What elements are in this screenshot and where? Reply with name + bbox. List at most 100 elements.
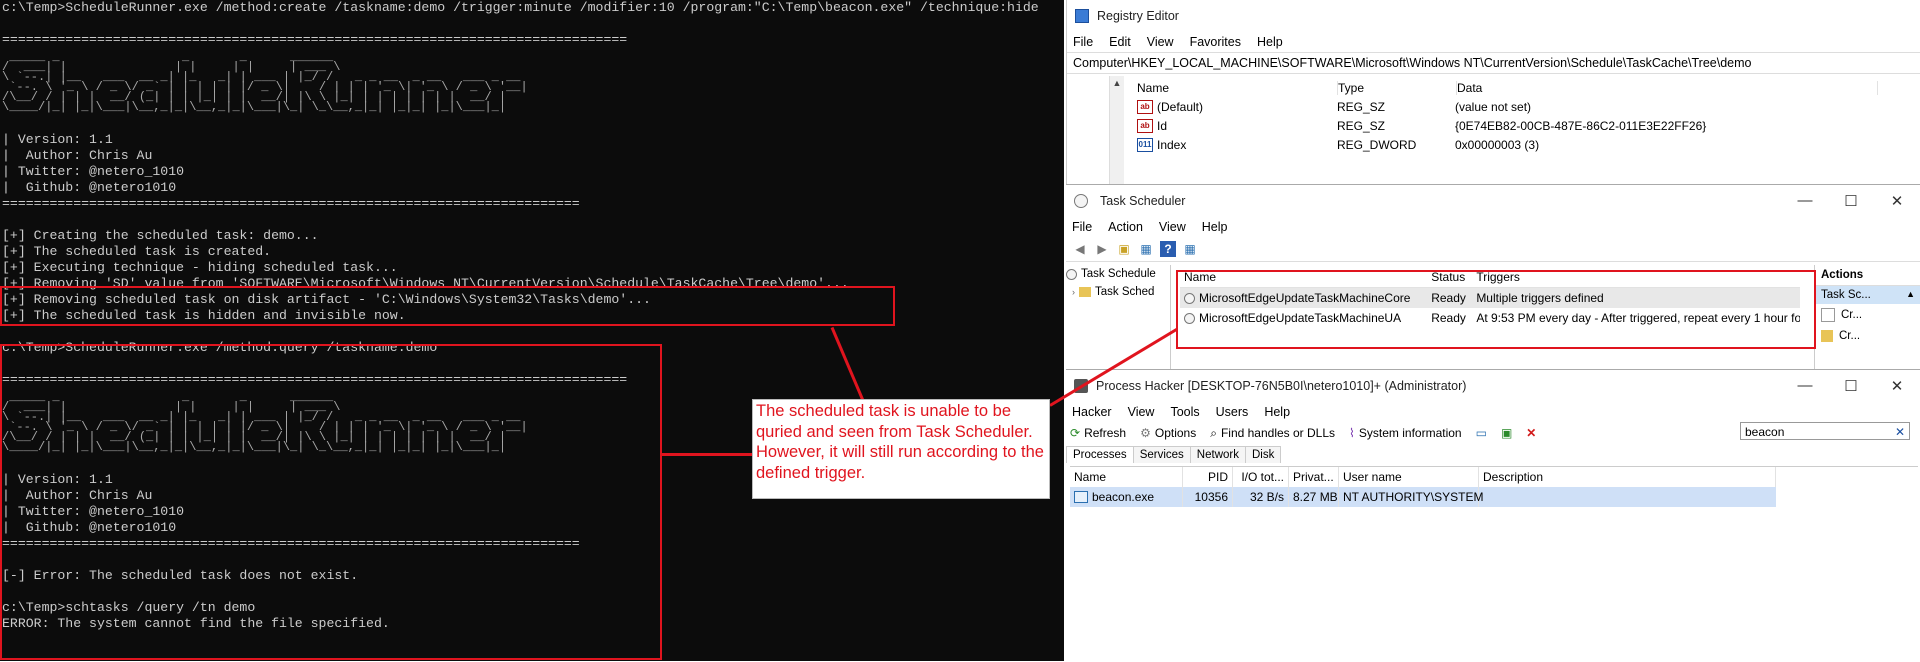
action-item[interactable]: Cr... <box>1815 304 1920 326</box>
process-icon <box>1074 491 1088 503</box>
clear-search-icon[interactable]: ✕ <box>1895 423 1905 441</box>
tab-network[interactable]: Network <box>1189 446 1246 463</box>
registry-table-header: Name Type Data <box>1137 78 1878 97</box>
column-header-pid[interactable]: PID <box>1183 467 1233 487</box>
menu-file[interactable]: File <box>1072 220 1092 234</box>
menu-action[interactable]: Action <box>1108 220 1143 234</box>
show-hide-action-pane-icon[interactable]: ▦ <box>1182 241 1198 257</box>
menu-help[interactable]: Help <box>1202 220 1228 234</box>
show-hide-tree-icon[interactable]: ▦ <box>1138 241 1154 257</box>
value-name: Index <box>1157 137 1187 152</box>
menu-tools[interactable]: Tools <box>1170 405 1199 419</box>
column-header-data[interactable]: Data <box>1457 80 1878 95</box>
menu-favorites[interactable]: Favorites <box>1190 35 1241 49</box>
string-value-icon: ab <box>1137 99 1153 114</box>
menu-help[interactable]: Help <box>1264 405 1290 419</box>
system-information-button[interactable]: ⌇ System information <box>1349 426 1462 440</box>
value-data: (value not set) <box>1455 99 1532 114</box>
registry-app-icon <box>1075 9 1089 23</box>
value-type: REG_SZ <box>1337 99 1386 114</box>
search-input[interactable]: beacon ✕ <box>1740 422 1910 440</box>
menu-edit[interactable]: Edit <box>1109 35 1131 49</box>
menu-view[interactable]: View <box>1159 220 1186 234</box>
value-data: {0E74EB82-00CB-487E-86C2-011E3E22FF26} <box>1455 118 1707 133</box>
value-type: REG_DWORD <box>1337 137 1417 152</box>
find-window-icon[interactable]: ▣ <box>1501 426 1512 440</box>
dword-value-icon: 011 <box>1137 137 1153 152</box>
highlight-box-removal-output <box>0 286 895 326</box>
registry-values-table: Name Type Data ab (Default) REG_SZ (value… <box>1137 78 1878 154</box>
tab-processes[interactable]: Processes <box>1066 446 1134 463</box>
back-arrow-icon[interactable]: ◀ <box>1072 241 1088 257</box>
tab-disk[interactable]: Disk <box>1244 446 1282 463</box>
action-item[interactable]: Cr... <box>1815 326 1920 346</box>
column-header-description[interactable]: Description <box>1479 467 1776 487</box>
options-button[interactable]: ⚙ Options <box>1140 426 1196 440</box>
actions-section-task-scheduler[interactable]: Task Sc... ▲ <box>1815 286 1920 304</box>
task-scheduler-menubar: File Action View Help <box>1066 217 1920 237</box>
refresh-button[interactable]: ⟳ Refresh <box>1070 426 1126 440</box>
column-header-name[interactable]: Name <box>1070 467 1183 487</box>
registry-tree-scrollbar[interactable]: ▲ <box>1109 76 1124 184</box>
process-hacker-titlebar[interactable]: Process Hacker [DESKTOP-76N5B0I\netero10… <box>1066 370 1920 402</box>
find-handles-button[interactable]: ⌕ Find handles or DLLs <box>1210 426 1335 441</box>
tab-services[interactable]: Services <box>1132 446 1191 463</box>
console-command-create: c:\Temp>ScheduleRunner.exe /method:creat… <box>2 0 1039 15</box>
string-value-icon: ab <box>1137 118 1153 133</box>
terminate-icon[interactable]: ✕ <box>1526 426 1536 440</box>
annotation-callout: The scheduled task is unable to be qurie… <box>752 399 1050 499</box>
registry-address-bar[interactable]: Computer\HKEY_LOCAL_MACHINE\SOFTWARE\Mic… <box>1067 52 1920 74</box>
task-scheduler-titlebar[interactable]: Task Scheduler — ☐ ✕ <box>1066 185 1920 217</box>
tree-item-root[interactable]: Task Schedule <box>1066 265 1170 283</box>
process-list-header: Name PID I/O tot... Privat... User name … <box>1070 467 1918 487</box>
clock-icon <box>1066 268 1077 280</box>
process-hacker-tabs: Processes Services Network Disk <box>1066 446 1282 463</box>
collapse-icon[interactable]: ▲ <box>1906 289 1915 301</box>
chevron-right-icon[interactable]: › <box>1072 287 1075 297</box>
folder-up-icon[interactable]: ▣ <box>1116 241 1132 257</box>
process-row[interactable]: beacon.exe 10356 32 B/s 8.27 MB NT AUTHO… <box>1070 487 1776 507</box>
registry-editor-window[interactable]: Registry Editor File Edit View Favorites… <box>1066 0 1920 184</box>
registry-titlebar[interactable]: Registry Editor <box>1067 0 1920 32</box>
scroll-up-icon[interactable]: ▲ <box>1110 76 1124 90</box>
value-type: REG_SZ <box>1337 118 1386 133</box>
process-private-bytes: 8.27 MB <box>1289 487 1339 507</box>
menu-help[interactable]: Help <box>1257 35 1283 49</box>
create-task-icon <box>1821 330 1833 342</box>
task-scheduler-tree[interactable]: Task Schedule › Task Sched <box>1066 265 1171 370</box>
column-header-name[interactable]: Name <box>1137 80 1338 95</box>
connector-line-to-console <box>662 453 752 456</box>
menu-users[interactable]: Users <box>1216 405 1249 419</box>
minimize-icon[interactable]: — <box>1782 377 1828 395</box>
registry-value-row[interactable]: 011 Index REG_DWORD 0x00000003 (3) <box>1137 135 1878 154</box>
window-icon[interactable]: ▭ <box>1476 426 1487 440</box>
column-header-io-total[interactable]: I/O tot... <box>1233 467 1289 487</box>
close-icon[interactable]: ✕ <box>1874 377 1920 395</box>
console-output-line: [+] The scheduled task is created. <box>2 244 272 259</box>
gear-icon: ⚙ <box>1140 426 1151 440</box>
maximize-icon[interactable]: ☐ <box>1828 377 1874 395</box>
close-icon[interactable]: ✕ <box>1874 192 1920 210</box>
column-header-private-bytes[interactable]: Privat... <box>1289 467 1339 487</box>
menu-file[interactable]: File <box>1073 35 1093 49</box>
minimize-icon[interactable]: — <box>1782 192 1828 210</box>
console-output-line: [+] Executing technique - hiding schedul… <box>2 260 398 275</box>
registry-value-row[interactable]: ab Id REG_SZ {0E74EB82-00CB-487E-86C2-011… <box>1137 116 1878 135</box>
process-io-total: 32 B/s <box>1233 487 1289 507</box>
process-hacker-menubar: Hacker View Tools Users Help <box>1066 402 1920 422</box>
tree-item-library[interactable]: › Task Sched <box>1066 283 1170 301</box>
banner-version: | Version: 1.1 <box>2 132 113 147</box>
registry-value-row[interactable]: ab (Default) REG_SZ (value not set) <box>1137 97 1878 116</box>
task-scheduler-title: Task Scheduler <box>1100 194 1186 208</box>
menu-hacker[interactable]: Hacker <box>1072 405 1112 419</box>
menu-view[interactable]: View <box>1128 405 1155 419</box>
forward-arrow-icon[interactable]: ▶ <box>1094 241 1110 257</box>
maximize-icon[interactable]: ☐ <box>1828 192 1874 210</box>
process-hacker-window[interactable]: Process Hacker [DESKTOP-76N5B0I\netero10… <box>1066 369 1920 662</box>
banner-rule: ========================================… <box>2 32 628 47</box>
column-header-user-name[interactable]: User name <box>1339 467 1479 487</box>
column-header-type[interactable]: Type <box>1338 80 1457 95</box>
help-icon[interactable]: ? <box>1160 241 1176 257</box>
value-data: 0x00000003 (3) <box>1455 137 1540 152</box>
menu-view[interactable]: View <box>1147 35 1174 49</box>
